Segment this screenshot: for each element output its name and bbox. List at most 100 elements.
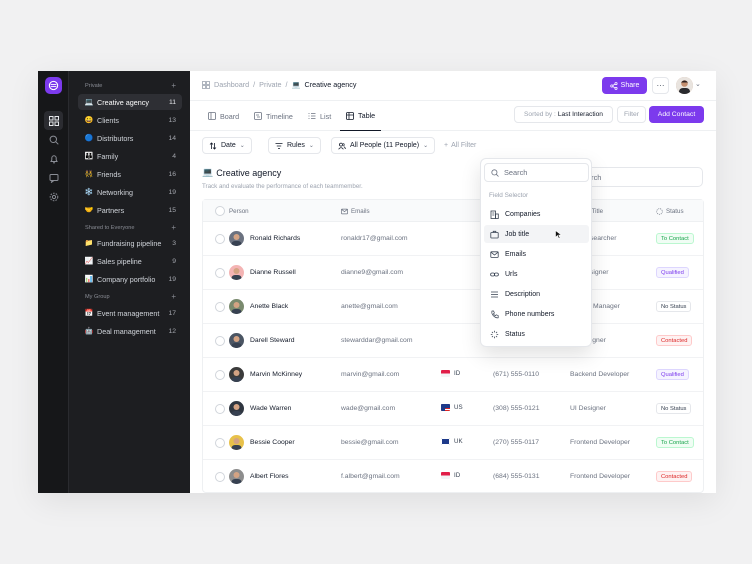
table-row[interactable]: Ronald Richards ronaldr17@gmail.com UX Res…	[203, 222, 703, 256]
row-checkbox[interactable]	[215, 438, 225, 448]
row-checkbox[interactable]	[215, 404, 225, 414]
tab-table[interactable]: Table	[340, 101, 382, 131]
sidebar-item-creative-agency[interactable]: 💻 Creative agency 11	[78, 94, 182, 110]
field-option-description[interactable]: Description	[484, 285, 589, 303]
row-checkbox[interactable]	[215, 336, 225, 346]
sidebar-item-event-management[interactable]: 📅 Event management 17	[78, 305, 182, 321]
field-option-emails[interactable]: Emails	[484, 245, 589, 263]
table-row[interactable]: Dianne Russelldianne9@gmail.comUX Design…	[203, 256, 703, 290]
status-badge[interactable]: No Status	[656, 301, 692, 312]
laptop-icon: 💻	[202, 167, 214, 177]
contact-name[interactable]: Ronald Richards	[250, 235, 300, 242]
contact-phone[interactable]: (684) 555-0131	[493, 473, 539, 480]
bell-icon[interactable]	[44, 149, 63, 168]
row-checkbox[interactable]	[215, 302, 225, 312]
chevron-down-icon[interactable]: ⌄	[695, 80, 701, 88]
field-option-companies[interactable]: Companies	[484, 205, 589, 223]
sidebar-item-distributors[interactable]: 🔵 Distributors 14	[78, 130, 182, 146]
sidebar-item-deal-management[interactable]: 🤖 Deal management 12	[78, 323, 182, 339]
filter-button[interactable]: Filter	[617, 106, 646, 123]
status-badge[interactable]: Qualified	[656, 369, 689, 380]
column-emails[interactable]: Emails	[341, 200, 370, 222]
contact-name[interactable]: Dianne Russell	[250, 269, 296, 276]
grid-icon[interactable]	[44, 111, 63, 130]
table-row[interactable]: Albert Flores f.albert@gmail.com ID (684) 5…	[203, 460, 703, 493]
sidebar-item-partners[interactable]: 🤝 Partners 15	[78, 202, 182, 218]
contact-job-title: Frontend Developer	[570, 439, 631, 446]
contact-email[interactable]: f.albert@gmail.com	[341, 473, 400, 480]
rules-filter[interactable]: Rules ⌄	[268, 137, 321, 154]
all-filter-button[interactable]: + All Filter	[444, 137, 476, 154]
contact-name[interactable]: Marvin McKinney	[250, 371, 302, 378]
contact-email[interactable]: stewarddar@gmail.com	[341, 337, 413, 344]
contact-phone[interactable]: (671) 555-0110	[493, 371, 539, 378]
more-options-button[interactable]: ···	[652, 77, 669, 94]
table-row[interactable]: Wade Warren wade@gmail.com US (308) 555-012…	[203, 392, 703, 426]
contact-email[interactable]: marvin@gmail.com	[341, 371, 399, 378]
search-icon[interactable]	[44, 130, 63, 149]
chat-icon[interactable]	[44, 168, 63, 187]
contact-name[interactable]: Anette Black	[250, 303, 288, 310]
row-checkbox[interactable]	[215, 234, 225, 244]
contact-name[interactable]: Wade Warren	[250, 405, 291, 412]
user-avatar[interactable]	[676, 77, 693, 94]
tab-list[interactable]: List	[308, 101, 331, 131]
sidebar-item-count: 16	[168, 170, 176, 178]
sidebar-item-family[interactable]: 👪 Family 4	[78, 148, 182, 164]
sort-selector[interactable]: Sorted by : Last Interaction	[514, 106, 613, 123]
sidebar-item-networking[interactable]: ❄️ Networking 19	[78, 184, 182, 200]
status-badge[interactable]: Qualified	[656, 267, 689, 278]
contact-email[interactable]: dianne9@gmail.com	[341, 269, 403, 276]
settings-icon[interactable]	[44, 187, 63, 206]
tab-board[interactable]: Board	[208, 101, 239, 131]
field-option-status[interactable]: Status	[484, 325, 589, 343]
column-person[interactable]: Person	[229, 200, 249, 222]
field-option-urls[interactable]: Urls	[484, 265, 589, 283]
add-private-icon[interactable]: +	[171, 82, 176, 90]
select-all-checkbox[interactable]	[215, 200, 225, 222]
share-label: Share	[620, 82, 640, 89]
contact-name[interactable]: Darell Steward	[250, 337, 295, 344]
tab-timeline[interactable]: Timeline	[254, 101, 293, 131]
breadcrumb-dashboard[interactable]: Dashboard	[214, 80, 249, 89]
breadcrumb-private[interactable]: Private	[259, 80, 281, 89]
contact-email[interactable]: anette@gmail.com	[341, 303, 398, 310]
sidebar-item-company-portfolio[interactable]: 📊 Company portfolio 19	[78, 271, 182, 287]
status-badge[interactable]: No Status	[656, 403, 692, 414]
sidebar-item-friends[interactable]: 👯 Friends 16	[78, 166, 182, 182]
people-filter[interactable]: All People (11 People) ⌄	[331, 137, 436, 154]
contact-phone[interactable]: (308) 555-0121	[493, 405, 539, 412]
contact-email[interactable]: bessie@gmail.com	[341, 439, 399, 446]
date-filter[interactable]: Date ⌄	[202, 137, 252, 154]
contact-name[interactable]: Bessie Cooper	[250, 439, 295, 446]
table-row[interactable]: Anette Black anette@gmail.com Project Mana…	[203, 290, 703, 324]
contact-phone[interactable]: (270) 555-0117	[493, 439, 539, 446]
sidebar-item-fundraising[interactable]: 📁 Fundraising pipeline 3	[78, 235, 182, 251]
field-selector-dropdown: Search Field Selector Companies Job titl…	[480, 158, 592, 347]
field-option-job-title[interactable]: Job title	[484, 225, 589, 243]
status-badge[interactable]: To Contact	[656, 233, 694, 244]
status-icon	[656, 207, 663, 215]
add-contact-button[interactable]: Add Contact	[649, 106, 704, 123]
add-group-icon[interactable]: +	[171, 293, 176, 301]
row-checkbox[interactable]	[215, 268, 225, 278]
table-row[interactable]: Darell Stewardstewarddar@gmail.comUI Des…	[203, 324, 703, 358]
contact-email[interactable]: wade@gmail.com	[341, 405, 395, 412]
status-badge[interactable]: Contacted	[656, 471, 693, 482]
status-badge[interactable]: To Contact	[656, 437, 694, 448]
field-option-phone-numbers[interactable]: Phone numbers	[484, 305, 589, 323]
contact-email[interactable]: ronaldr17@gmail.com	[341, 235, 408, 242]
add-shared-icon[interactable]: +	[171, 224, 176, 232]
sidebar-item-clients[interactable]: 😀 Clients 13	[78, 112, 182, 128]
app-logo-icon[interactable]	[45, 77, 62, 94]
table-row[interactable]: Bessie Cooper bessie@gmail.com UK (270) 555…	[203, 426, 703, 460]
share-button[interactable]: Share	[602, 77, 647, 94]
sidebar-item-sales-pipeline[interactable]: 📈 Sales pipeline 9	[78, 253, 182, 269]
status-badge[interactable]: Contacted	[656, 335, 693, 346]
row-checkbox[interactable]	[215, 370, 225, 380]
column-status[interactable]: Status	[656, 200, 684, 222]
row-checkbox[interactable]	[215, 472, 225, 482]
field-search-input[interactable]: Search	[484, 163, 589, 182]
contact-name[interactable]: Albert Flores	[250, 473, 289, 480]
table-row[interactable]: Marvin McKinney marvin@gmail.com ID (671) 5…	[203, 358, 703, 392]
